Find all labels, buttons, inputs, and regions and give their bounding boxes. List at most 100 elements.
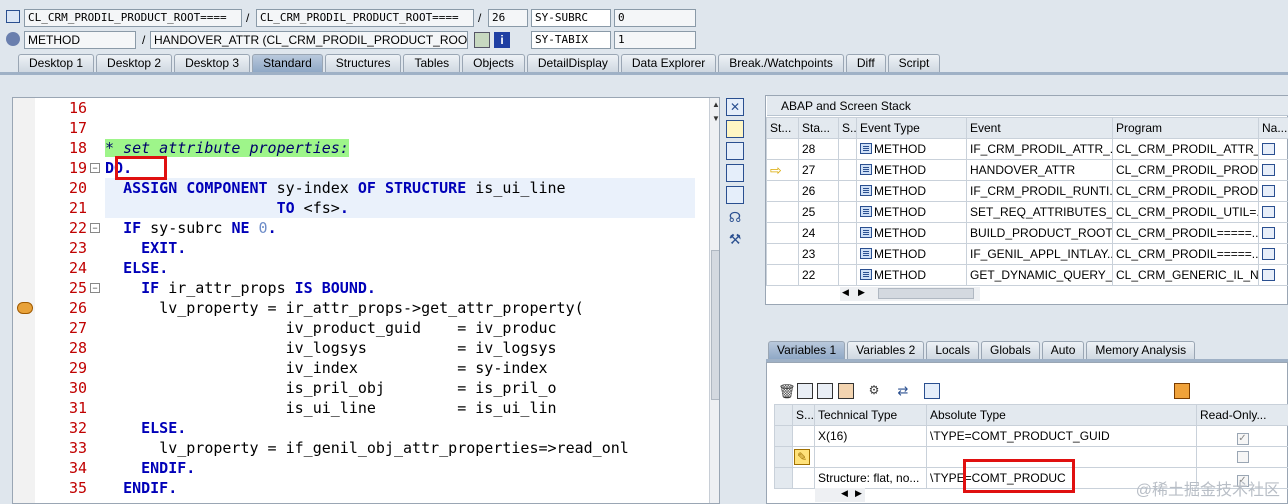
- var-select[interactable]: [774, 467, 793, 489]
- tab-objects[interactable]: Objects: [462, 54, 525, 72]
- stack-program[interactable]: CL_CRM_PRODIL=====...: [1112, 243, 1259, 265]
- scroll-up-icon[interactable]: ▲: [712, 100, 719, 109]
- scroll-right-icon[interactable]: ▶: [858, 287, 865, 298]
- program-icon[interactable]: [1262, 227, 1275, 239]
- tree-icon[interactable]: ⚙: [866, 383, 882, 399]
- method-field[interactable]: HANDOVER_ATTR (CL_CRM_PRODIL_PRODUCT_ROO…: [150, 31, 468, 49]
- program-icon[interactable]: [1262, 269, 1275, 281]
- stack-col-header[interactable]: Sta...: [798, 117, 839, 139]
- fold-toggle-icon[interactable]: −: [90, 223, 100, 233]
- stack-event[interactable]: SET_REQ_ATTRIBUTES_...: [966, 201, 1113, 223]
- detail-icon[interactable]: [817, 383, 833, 399]
- code-line[interactable]: EXIT.: [105, 238, 186, 258]
- vars-col-header[interactable]: Read-Only...: [1196, 404, 1288, 426]
- stack-event[interactable]: HANDOVER_ATTR: [966, 159, 1113, 181]
- stack-event[interactable]: IF_GENIL_APPL_INTLAY...: [966, 243, 1113, 265]
- vars-hscrollbar[interactable]: ◀ ▶: [815, 488, 865, 502]
- kind-field[interactable]: METHOD: [24, 31, 136, 49]
- stack-row[interactable]: 25 METHOD SET_REQ_ATTRIBUTES_... CL_CRM_PRO…: [766, 201, 1288, 223]
- vars-col-header[interactable]: Absolute Type: [926, 404, 1197, 426]
- stack-program[interactable]: CL_CRM_PRODIL_ATTR_...: [1112, 138, 1259, 160]
- stack-col-header[interactable]: Event: [966, 117, 1113, 139]
- vars-col-header[interactable]: Technical Type: [814, 404, 927, 426]
- var-row[interactable]: X(16) \TYPE=COMT_PRODUCT_GUID ✓: [774, 425, 1288, 447]
- vars-col-header[interactable]: S...: [792, 404, 815, 426]
- scroll-left-icon[interactable]: ◀: [841, 488, 848, 499]
- fold-toggle-icon[interactable]: −: [90, 163, 100, 173]
- code-line[interactable]: iv_index = sy-index: [105, 358, 548, 378]
- code-line[interactable]: IF sy-subrc NE 0.: [105, 218, 277, 238]
- info-icon[interactable]: i: [494, 32, 510, 48]
- stack-program[interactable]: CL_CRM_GENERIC_IL_NE...: [1112, 264, 1259, 286]
- navigate-icon[interactable]: [474, 32, 490, 48]
- stack-program[interactable]: CL_CRM_PRODIL_PRODU...: [1112, 180, 1259, 202]
- stack-col-header[interactable]: Na...: [1258, 117, 1288, 139]
- vtab-variables-1[interactable]: Variables 1: [768, 341, 846, 359]
- code-line[interactable]: ENDIF.: [105, 478, 177, 498]
- code-line[interactable]: iv_product_guid = iv_produc: [105, 318, 557, 338]
- stack-row[interactable]: 22 METHOD GET_DYNAMIC_QUERY_... CL_CRM_GENE…: [766, 264, 1288, 286]
- program-icon[interactable]: [1262, 164, 1275, 176]
- code-line[interactable]: ELSE.: [105, 258, 168, 278]
- tab-desktop-3[interactable]: Desktop 3: [174, 54, 251, 72]
- code-line[interactable]: iv_logsys = iv_logsys: [105, 338, 557, 358]
- stack-event[interactable]: IF_CRM_PRODIL_ATTR_...: [966, 138, 1113, 160]
- stack-row[interactable]: 24 METHOD BUILD_PRODUCT_ROOT_...CL_CRM_PRO…: [766, 222, 1288, 244]
- stack-col-header[interactable]: St...: [766, 117, 799, 139]
- sysvar-name-field-2[interactable]: SY-TABIX: [531, 31, 611, 49]
- stack-col-header[interactable]: S...: [838, 117, 857, 139]
- stack-event[interactable]: BUILD_PRODUCT_ROOT_...: [966, 222, 1113, 244]
- stack-col-header[interactable]: Event Type: [856, 117, 967, 139]
- change-icon[interactable]: ✎: [794, 449, 810, 465]
- var-select[interactable]: [774, 425, 793, 447]
- sysvar-value-field[interactable]: 0: [614, 9, 696, 27]
- stack-program[interactable]: CL_CRM_PRODIL_UTIL=...: [1112, 201, 1259, 223]
- program-icon[interactable]: [1262, 143, 1275, 155]
- code-line[interactable]: * set attribute properties:: [105, 138, 349, 158]
- code-line[interactable]: is_pril_obj = is_pril_o: [105, 378, 557, 398]
- stack-nav[interactable]: [1258, 138, 1288, 160]
- tab-data-explorer[interactable]: Data Explorer: [620, 54, 717, 72]
- tab-standard[interactable]: Standard: [252, 54, 323, 72]
- tools-icon[interactable]: ⚒: [726, 230, 744, 248]
- stack-nav[interactable]: [1258, 159, 1288, 181]
- var-select[interactable]: [774, 446, 793, 468]
- tab-break-watchpoints[interactable]: Break./Watchpoints: [718, 54, 844, 72]
- stack-event[interactable]: GET_DYNAMIC_QUERY_...: [966, 264, 1113, 286]
- transfer-icon[interactable]: ⇄: [895, 383, 911, 399]
- scroll-right-icon[interactable]: ▶: [855, 488, 862, 499]
- close-icon[interactable]: ✕: [726, 98, 744, 116]
- stack-nav[interactable]: [1258, 180, 1288, 202]
- stack-program[interactable]: CL_CRM_PRODIL=====...: [1112, 222, 1259, 244]
- code-line[interactable]: is_ui_line = is_ui_lin: [105, 398, 557, 418]
- stack-row[interactable]: 28 METHOD IF_CRM_PRODIL_ATTR_... CL_CRM_PRO…: [766, 138, 1288, 160]
- tab-tables[interactable]: Tables: [403, 54, 461, 72]
- table-icon[interactable]: [838, 383, 854, 399]
- tab-desktop-2[interactable]: Desktop 2: [96, 54, 173, 72]
- delete-icon[interactable]: 🗑: [778, 383, 796, 399]
- stack-nav[interactable]: [1258, 201, 1288, 223]
- stack-program[interactable]: CL_CRM_PRODIL_PRODU...: [1112, 159, 1259, 181]
- sysvar-value-field-2[interactable]: 1: [614, 31, 696, 49]
- code-line[interactable]: IF ir_attr_props IS BOUND.: [105, 278, 376, 298]
- insert-icon[interactable]: [797, 383, 813, 399]
- stack-nav[interactable]: [1258, 243, 1288, 265]
- hscroll-thumb[interactable]: [878, 288, 974, 299]
- stack-nav[interactable]: [1258, 264, 1288, 286]
- save-icon[interactable]: [1174, 383, 1190, 399]
- split-icon[interactable]: [726, 164, 744, 182]
- stack-row[interactable]: 23 METHOD IF_GENIL_APPL_INTLAY... CL_CRM_PR…: [766, 243, 1288, 265]
- vtab-locals[interactable]: Locals: [926, 341, 979, 359]
- fold-toggle-icon[interactable]: −: [90, 283, 100, 293]
- new-window-icon[interactable]: [726, 120, 744, 138]
- copy-icon[interactable]: [726, 142, 744, 160]
- stack-col-header[interactable]: Program: [1112, 117, 1259, 139]
- stack-row[interactable]: 26 METHOD IF_CRM_PRODIL_RUNTI... CL_CRM_PRO…: [766, 180, 1288, 202]
- vtab-variables-2[interactable]: Variables 2: [847, 341, 925, 359]
- program-icon[interactable]: [1262, 248, 1275, 260]
- resize-icon[interactable]: [726, 186, 744, 204]
- stack-nav[interactable]: [1258, 222, 1288, 244]
- headset-icon[interactable]: ☊: [726, 208, 744, 226]
- code-line[interactable]: TO <fs>.: [105, 198, 695, 218]
- stack-hscrollbar[interactable]: ◀ ▶: [840, 287, 980, 301]
